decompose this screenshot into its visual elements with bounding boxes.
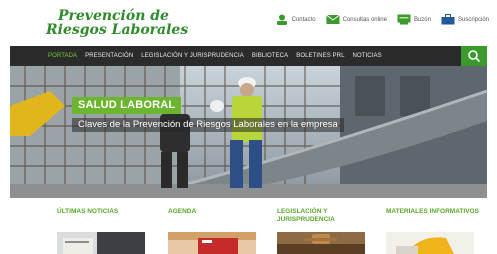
suscripcion-label: Suscripción	[457, 16, 489, 23]
nav-item-portada[interactable]: PORTADA	[48, 53, 77, 59]
section-title-noticias[interactable]: ÚLTIMAS NOTICIAS	[57, 208, 157, 216]
section-materiales[interactable]: MATERIALES INFORMATIVOS	[386, 208, 486, 216]
nav-item-presentacion[interactable]: PRESENTACIÓN	[85, 53, 133, 59]
materiales-thumbnail[interactable]	[386, 232, 474, 254]
section-ultimas-noticias[interactable]: ÚLTIMAS NOTICIAS	[57, 208, 157, 216]
consultas-online-link[interactable]: Consultas online	[325, 14, 387, 25]
search-icon	[468, 50, 481, 63]
contacto-label: Contacto	[291, 16, 316, 23]
section-legislacion[interactable]: LEGISLACIÓN Y JURISPRUDENCIA	[277, 208, 377, 224]
contact-person-icon	[275, 14, 289, 25]
nav-items: PORTADA PRESENTACIÓN LEGISLACIÓN Y JURIS…	[48, 46, 382, 66]
legislacion-thumbnail[interactable]	[277, 232, 365, 254]
section-title-agenda[interactable]: AGENDA	[168, 208, 268, 216]
envelope-icon	[325, 14, 340, 25]
top-links: Contacto Consultas online Buzón Suscripc…	[275, 14, 489, 25]
site-header: Prevención de Riesgos Laborales Contacto…	[0, 0, 497, 46]
section-title-materiales[interactable]: MATERIALES INFORMATIVOS	[386, 208, 486, 216]
logo-line-1: Prevención de	[58, 8, 169, 24]
suscripcion-link[interactable]: Suscripción	[441, 14, 489, 25]
site-logo[interactable]: Prevención de Riesgos Laborales	[46, 9, 188, 37]
nav-item-boletines[interactable]: BOLETINES PRL	[296, 53, 344, 59]
search-button[interactable]	[461, 46, 487, 66]
hero-construction-image	[10, 66, 487, 198]
buzon-link[interactable]: Buzón	[397, 14, 431, 25]
nav-item-biblioteca[interactable]: BIBLIOTECA	[252, 53, 288, 59]
hero-badge[interactable]: SALUD LABORAL	[72, 97, 182, 114]
hero-slider[interactable]: SALUD LABORAL Claves de la Prevención de…	[10, 66, 487, 198]
main-nav: PORTADA PRESENTACIÓN LEGISLACIÓN Y JURIS…	[10, 46, 487, 66]
contacto-link[interactable]: Contacto	[275, 14, 316, 25]
buzon-label: Buzón	[413, 16, 431, 23]
agenda-thumbnail[interactable]	[168, 232, 256, 254]
noticias-thumbnail[interactable]	[57, 232, 145, 254]
section-columns: ÚLTIMAS NOTICIAS AGENDA LEGISLACIÓN Y JU…	[10, 198, 487, 254]
subscription-briefcase-icon	[441, 14, 455, 25]
section-agenda[interactable]: AGENDA	[168, 208, 268, 216]
consultas-online-label: Consultas online	[342, 16, 387, 23]
nav-item-noticias[interactable]: NOTICIAS	[353, 53, 382, 59]
logo-line-2: Riesgos Laborales	[46, 22, 189, 38]
section-title-legislacion[interactable]: LEGISLACIÓN Y JURISPRUDENCIA	[277, 208, 377, 224]
hero-tagline[interactable]: Claves de la Prevención de Riesgos Labor…	[72, 118, 344, 132]
mailbox-icon	[397, 14, 411, 25]
nav-item-legislacion[interactable]: LEGISLACIÓN Y JURISPRUDENCIA	[141, 53, 244, 59]
